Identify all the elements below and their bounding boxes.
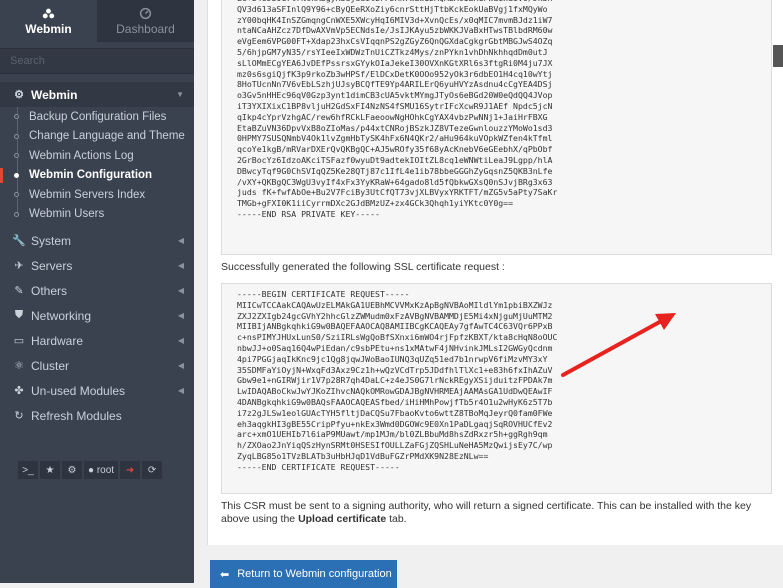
return-button-label: Return to Webmin configuration: [237, 568, 392, 580]
submenu-tree-line: [17, 107, 18, 215]
arrow-left-icon: ⬅: [220, 568, 230, 581]
submenu-item-label: Webmin Servers Index: [29, 188, 146, 201]
sidebar-tabs: Webmin Dashboard: [0, 0, 194, 42]
webmin-submenu: Backup Configuration Files Change Langua…: [0, 107, 194, 224]
puzzle-icon: ✤: [14, 385, 24, 397]
terminal-icon: >_: [22, 464, 34, 476]
sidebar: Webmin Dashboard ⚙ Webmin ▼ Backup Confi…: [0, 0, 194, 583]
menu-category-label: Un-used Modules: [31, 383, 126, 398]
menu-category-webmin[interactable]: ⚙ Webmin ▼: [0, 82, 194, 107]
bullet-icon: [14, 133, 19, 139]
search-input[interactable]: [10, 55, 194, 67]
submenu-item-servers-index[interactable]: Webmin Servers Index: [14, 185, 194, 205]
menu-category-cluster[interactable]: ⚛ Cluster ◀: [0, 353, 194, 378]
tab-webmin[interactable]: Webmin: [0, 0, 97, 42]
cluster-icon: ⚛: [14, 360, 24, 372]
submenu-item-label: Webmin Users: [29, 208, 105, 221]
private-key-block: LC+z4eJS0G7lrNckREgyXSijduitzFPDAk7mLwID…: [221, 0, 772, 255]
sidebar-toolbar: >_ ★ ⚙ ● root ➜ ⟳: [18, 461, 163, 479]
submenu-item-label: Webmin Configuration: [29, 169, 153, 182]
user-name: root: [96, 464, 115, 476]
submenu-item-webmin-users[interactable]: Webmin Users: [14, 205, 194, 225]
chevron-left-icon: ◀: [177, 336, 184, 345]
submenu-item-language[interactable]: Change Language and Theme: [14, 127, 194, 147]
rocket-icon: ✈: [14, 260, 24, 272]
tab-dashboard[interactable]: Dashboard: [97, 0, 194, 42]
chevron-left-icon: ◀: [177, 286, 184, 295]
webmin-logo-icon: [42, 8, 55, 18]
menu-category-label: Cluster: [31, 358, 70, 373]
active-indicator: [0, 167, 3, 183]
chevron-left-icon: ◀: [177, 236, 184, 245]
menu-category-label: System: [31, 233, 72, 248]
favorites-button[interactable]: ★: [40, 461, 60, 479]
submenu-item-backup[interactable]: Backup Configuration Files: [14, 107, 194, 127]
star-icon: ★: [45, 464, 55, 476]
menu-category-networking[interactable]: ⛊ Networking ◀: [0, 303, 194, 328]
submenu-item-label: Backup Configuration Files: [29, 110, 167, 123]
upload-certificate-link[interactable]: Upload certificate: [298, 513, 386, 525]
search-box: [0, 48, 194, 74]
content-panel: LC+z4eJS0G7lrNckREgyXSijduitzFPDAk7mLwID…: [207, 0, 783, 545]
refresh-icon: ↻: [14, 410, 24, 422]
logout-button[interactable]: ➜: [120, 461, 141, 479]
dashboard-icon: [139, 7, 152, 19]
success-message: Successfully generated the following SSL…: [221, 261, 505, 273]
return-button[interactable]: ⬅ Return to Webmin configuration: [210, 560, 397, 588]
chevron-left-icon: ◀: [177, 311, 184, 320]
theme-config-button[interactable]: ⚙: [62, 461, 82, 479]
logout-icon: ➜: [125, 464, 135, 476]
main-content: LC+z4eJS0G7lrNckREgyXSijduitzFPDAk7mLwID…: [194, 0, 783, 588]
chevron-left-icon: ◀: [177, 361, 184, 370]
menu-category-label: Networking: [31, 308, 92, 323]
bullet-icon: [14, 172, 19, 178]
menu-category-label: Servers: [31, 258, 73, 273]
csr-note-end: tab.: [386, 513, 407, 525]
menu-category-servers[interactable]: ✈ Servers ◀: [0, 253, 194, 278]
wrench-icon: 🔧: [12, 235, 26, 247]
menu-category-label: Refresh Modules: [31, 408, 122, 423]
menu-refresh-modules[interactable]: ↻ Refresh Modules: [0, 403, 194, 428]
user-icon: ●: [88, 464, 97, 476]
menu-category-hardware[interactable]: ▭ Hardware ◀: [0, 328, 194, 353]
reload-button[interactable]: ⟳: [142, 461, 163, 479]
scroll-to-top-handle[interactable]: [773, 45, 783, 67]
tab-webmin-label: Webmin: [25, 21, 72, 36]
gear-icon: ⚙: [14, 89, 24, 101]
chevron-left-icon: ◀: [177, 386, 184, 395]
menu-category-label: Others: [31, 283, 68, 298]
menu-category-unused-modules[interactable]: ✤ Un-used Modules ◀: [0, 378, 194, 403]
bullet-icon: [14, 153, 19, 159]
csr-note: This CSR must be sent to a signing autho…: [221, 500, 766, 526]
tab-dashboard-label: Dashboard: [116, 21, 175, 36]
gears-icon: ⚙: [67, 464, 77, 476]
tools-icon: ✎: [14, 285, 24, 297]
bullet-icon: [14, 211, 19, 217]
user-button[interactable]: ● root: [84, 461, 119, 479]
terminal-button[interactable]: >_: [18, 461, 38, 479]
submenu-item-label: Change Language and Theme: [29, 130, 185, 143]
submenu-item-actions-log[interactable]: Webmin Actions Log: [14, 146, 194, 166]
submenu-item-label: Webmin Actions Log: [29, 149, 134, 162]
chevron-left-icon: ◀: [177, 261, 184, 270]
hard-drive-icon: ▭: [13, 335, 25, 347]
menu-category-label: Hardware: [31, 333, 84, 348]
reload-icon: ⟳: [147, 464, 157, 476]
menu-category-others[interactable]: ✎ Others ◀: [0, 278, 194, 303]
network-icon: ⛊: [14, 309, 24, 321]
submenu-item-webmin-configuration[interactable]: Webmin Configuration: [0, 166, 194, 186]
menu-category-label: Webmin: [31, 87, 78, 102]
chevron-down-icon: ▼: [176, 90, 184, 99]
bullet-icon: [14, 114, 19, 120]
bullet-icon: [14, 192, 19, 198]
menu-category-system[interactable]: 🔧 System ◀: [0, 228, 194, 253]
csr-block: -----BEGIN CERTIFICATE REQUEST----- MIIC…: [221, 283, 772, 494]
